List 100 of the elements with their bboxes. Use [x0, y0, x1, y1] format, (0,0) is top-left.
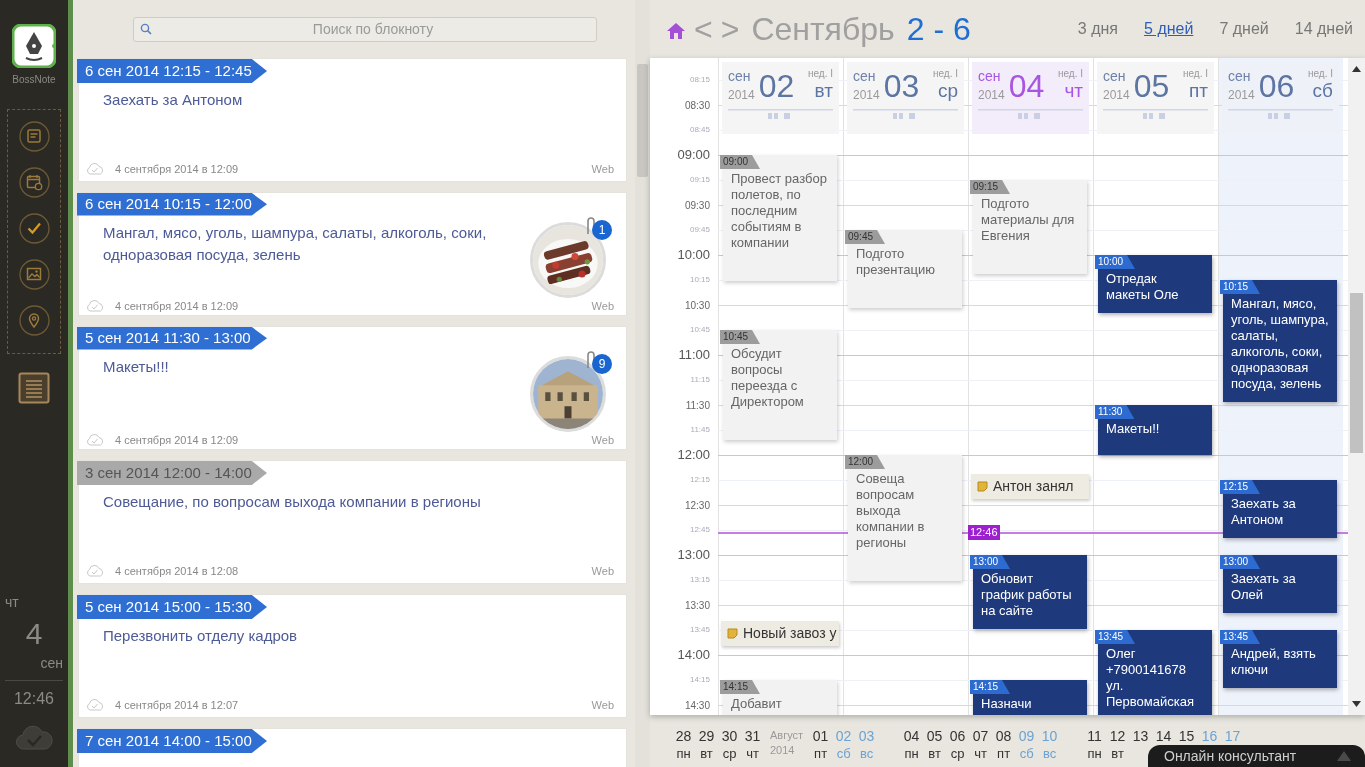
- event-card[interactable]: 10:00 Отредак макеты Оле: [1098, 255, 1212, 313]
- cloud-icon: [14, 723, 54, 751]
- weekday-label: пт: [997, 745, 1011, 763]
- scrollbar-thumb[interactable]: [1350, 293, 1363, 453]
- event-card[interactable]: 12:00 Совеща вопросам выхода компании в регионы: [848, 455, 962, 581]
- image-icon[interactable]: [18, 259, 50, 290]
- event-card[interactable]: 13:00 Обновит график работы на сайте: [973, 555, 1087, 629]
- chat-button[interactable]: Онлайн консультант: [1148, 745, 1365, 767]
- view-tab[interactable]: 7 дней: [1219, 17, 1269, 41]
- event-card[interactable]: 09:00 Провест разбор полетов, по последним событиям в компании: [723, 155, 837, 281]
- calendar-icon[interactable]: [18, 167, 50, 198]
- time-label: 14:00: [677, 646, 710, 665]
- weekday-label: вс: [859, 745, 874, 763]
- time-label: 10:00: [677, 246, 710, 265]
- time-badge: 09:45: [845, 230, 886, 244]
- event-card[interactable]: 11:30 Макеты!!: [1098, 405, 1212, 455]
- day-number[interactable]: 07: [972, 727, 989, 745]
- time-label: 11:30: [685, 398, 710, 413]
- event-title: Макеты!!: [1105, 420, 1161, 437]
- event-card[interactable]: 09:15 Подгото материалы для Евгения: [973, 180, 1087, 274]
- view-tab[interactable]: 5 дней: [1144, 17, 1194, 41]
- weekday-label: чт: [974, 745, 987, 763]
- weekday-label: сб: [1019, 745, 1034, 763]
- note-icon[interactable]: [18, 121, 50, 152]
- day-number[interactable]: 31: [744, 727, 761, 745]
- scrollbar-thumb[interactable]: [637, 64, 648, 177]
- note-event[interactable]: Антон занял: [971, 474, 1089, 499]
- view-tab[interactable]: 3 дня: [1077, 17, 1119, 41]
- time-label: 13:00: [677, 546, 710, 565]
- event-card[interactable]: 10:45 Обсудит вопросы переезда с Директором: [723, 330, 837, 440]
- day-number[interactable]: 14: [1155, 727, 1172, 745]
- check-icon[interactable]: [18, 213, 50, 244]
- note-card[interactable]: 5 сен 2014 15:00 - 15:30 Перезвонить отделу кадров 4 сентября 2014 в 12:07 Web: [78, 594, 627, 718]
- time-badge: 09:15: [970, 180, 1011, 194]
- time-label: 09:00: [677, 146, 710, 165]
- event-title: Провест разбор полетов, по последним событиям в компании: [730, 170, 828, 251]
- day-number[interactable]: 06: [949, 727, 966, 745]
- event-card[interactable]: 14:15 Добавит: [723, 680, 837, 715]
- view-tab[interactable]: 14 дней: [1294, 17, 1353, 41]
- day-number[interactable]: 15: [1178, 727, 1195, 745]
- weekday-label: пт: [814, 745, 828, 763]
- logo-icon: [12, 24, 56, 68]
- event-card[interactable]: 13:00 Заехать за Олей: [1223, 555, 1337, 613]
- time-label: 09:15: [689, 174, 710, 186]
- day-number[interactable]: 13: [1132, 727, 1149, 745]
- scrollbar[interactable]: [1348, 58, 1365, 715]
- time-label: 12:00: [677, 446, 710, 465]
- pin-icon[interactable]: [18, 305, 50, 336]
- event-card[interactable]: 14:15 Назначи: [973, 680, 1087, 715]
- time-label: 08:30: [684, 98, 710, 113]
- list-icon[interactable]: [18, 372, 50, 404]
- day-number[interactable]: 01: [812, 727, 829, 745]
- day-number[interactable]: 11: [1087, 727, 1102, 745]
- source-label: Web: [591, 298, 614, 314]
- note-card[interactable]: 3 сен 2014 12:00 - 14:00 Совещание, по вопросам выхода компании в регионы 4 сентября 2014 в 12:08 Web: [78, 460, 627, 584]
- count-badge: 9: [592, 353, 612, 374]
- note-event[interactable]: Новый завоз у: [721, 621, 839, 646]
- day-number[interactable]: 29: [698, 727, 715, 745]
- scroll-up-icon[interactable]: [1352, 66, 1361, 72]
- weekday-label: вт: [700, 745, 713, 763]
- scrollbar[interactable]: [635, 0, 650, 767]
- triangle-icon: [1337, 751, 1351, 761]
- time-label: 08:45: [689, 124, 710, 136]
- day-number[interactable]: 28: [675, 727, 692, 745]
- month-label: сен: [978, 68, 1002, 84]
- created-date: 4 сентября 2014 в 12:07: [115, 697, 239, 713]
- time-label: 12:30: [684, 498, 710, 513]
- day-number[interactable]: 12: [1109, 727, 1126, 745]
- month-label: сен: [1228, 68, 1252, 84]
- event-title: Добавит: [730, 695, 783, 712]
- day-number[interactable]: 08: [995, 727, 1012, 745]
- current-time-label: 12:46: [968, 524, 1000, 540]
- event-card[interactable]: 13:45 Олег +7900141678 ул. Первомайская: [1098, 630, 1212, 715]
- event-card[interactable]: 10:15 Мангал, мясо, уголь, шампура, салаты, алкоголь, соки, одноразовая посуда, зелень: [1223, 280, 1337, 402]
- event-title: Новый завоз у: [743, 624, 837, 643]
- event-card[interactable]: 13:45 Андрей, взять ключи: [1223, 630, 1337, 688]
- event-title: Олег +7900141678 ул. Первомайская: [1105, 645, 1195, 710]
- weekday-label: ср: [950, 745, 965, 763]
- event-card[interactable]: 09:45 Подгото презентацию: [848, 230, 962, 308]
- day-number: 06: [1258, 68, 1295, 104]
- day-number[interactable]: 04: [903, 727, 920, 745]
- search-field[interactable]: Поиск по блокноту: [133, 16, 597, 42]
- note-card[interactable]: 7 сен 2014 14:00 - 15:00: [78, 728, 627, 767]
- note-icon: [727, 628, 738, 639]
- weekday-label: вт: [814, 80, 833, 102]
- day-number[interactable]: 05: [926, 727, 943, 745]
- scroll-down-icon[interactable]: [1352, 701, 1361, 707]
- home-icon[interactable]: [666, 21, 686, 41]
- event-card[interactable]: 12:15 Заехать за Антоном: [1223, 480, 1337, 538]
- time-label: 11:15: [690, 374, 710, 386]
- day-number[interactable]: 30: [721, 727, 738, 745]
- note-card[interactable]: 6 сен 2014 10:15 - 12:00 Мангал, мясо, уголь, шампура, салаты, алкоголь, соки, одноразовая посуда, зелень 1 4 сентября 2014 в 12:09 Web: [78, 192, 627, 316]
- year-label: 2014: [770, 743, 796, 758]
- note-text: Перезвонить отделу кадров: [103, 626, 299, 646]
- note-text: Макеты!!!: [103, 356, 170, 377]
- time-label: 12:15: [689, 474, 710, 486]
- week-label: нед. I: [1057, 68, 1083, 80]
- note-card[interactable]: 6 сен 2014 12:15 - 12:45 Заехать за Антоном 4 сентября 2014 в 12:09 Web: [78, 58, 627, 182]
- created-date: 4 сентября 2014 в 12:09: [115, 432, 239, 448]
- note-card[interactable]: 5 сен 2014 11:30 - 13:00 Макеты!!! 9 4 сентября 2014 в 12:09 Web: [78, 326, 627, 450]
